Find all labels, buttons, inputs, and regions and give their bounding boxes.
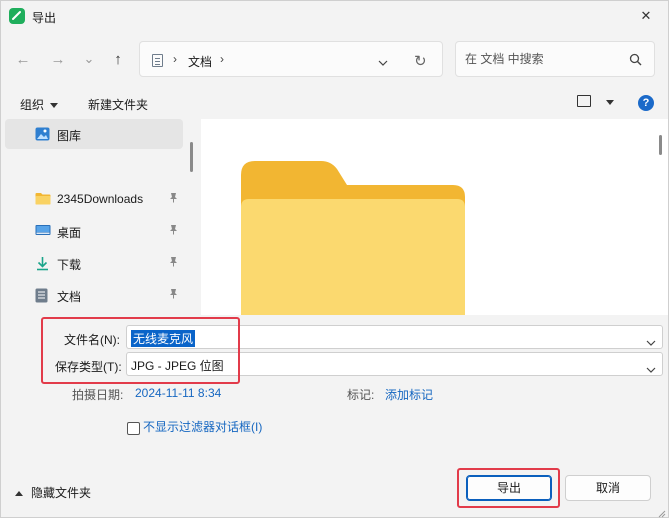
add-tags-link[interactable]: 添加标记: [385, 386, 433, 403]
chevron-down-icon: ⌄: [83, 51, 95, 66]
document-icon: [35, 288, 50, 303]
recent-locations-button[interactable]: ⌄: [78, 49, 100, 69]
address-dropdown-button[interactable]: [378, 55, 388, 69]
pin-icon: [169, 288, 178, 302]
search-icon[interactable]: [629, 53, 642, 69]
breadcrumb-separator-icon[interactable]: ›: [220, 52, 224, 66]
breadcrumb-separator-icon: ›: [173, 52, 177, 66]
content-scrollbar[interactable]: [659, 135, 662, 155]
sidebar-item-downloads[interactable]: 下载: [5, 248, 183, 278]
search-input[interactable]: [465, 52, 615, 66]
forward-button[interactable]: →: [47, 49, 69, 69]
navigation-pane: 图库 2345Downloads 桌面 下载 文档: [1, 119, 187, 315]
new-folder-button[interactable]: 新建文件夹: [88, 96, 148, 113]
cancel-button[interactable]: 取消: [565, 475, 651, 501]
pin-icon: [169, 192, 178, 206]
date-taken-label: 拍摄日期:: [72, 388, 124, 402]
caret-down-icon: [50, 103, 59, 109]
search-box[interactable]: [455, 41, 655, 77]
organize-button[interactable]: 组织: [20, 96, 59, 113]
view-mode-icon[interactable]: [577, 95, 591, 107]
navigation-bar: ← → ⌄ ↑ › 文档 › ↻: [1, 37, 668, 81]
sidebar-item-label: 下载: [57, 258, 82, 272]
sidebar-item-documents[interactable]: 文档: [5, 280, 183, 310]
chevron-down-icon: [378, 60, 388, 66]
pin-icon: [169, 256, 178, 270]
sidebar-item-label: 桌面: [57, 226, 82, 240]
export-dialog: 导出 ✕ ← → ⌄ ↑ › 文档 › ↻ 组织 新建文件夹: [0, 0, 669, 518]
dialog-footer: 隐藏文件夹 导出 取消: [1, 465, 668, 517]
folder-icon: [35, 192, 51, 206]
chevron-down-icon: [646, 340, 656, 346]
filename-dropdown-button[interactable]: [646, 335, 656, 349]
date-taken-value[interactable]: 2024-11-11 8:34: [135, 386, 221, 400]
sidebar-item-label: 文档: [57, 290, 82, 304]
help-icon[interactable]: ?: [638, 95, 654, 111]
sidebar-item-gallery[interactable]: 图库: [5, 119, 183, 149]
pin-icon: [169, 224, 178, 238]
view-options-caret-icon[interactable]: [606, 100, 614, 105]
back-button[interactable]: ←: [12, 49, 34, 69]
tags-label: 标记:: [347, 388, 375, 402]
filetype-dropdown-button[interactable]: [646, 362, 656, 376]
desktop-icon: [35, 224, 51, 238]
address-bar[interactable]: › 文档 › ↻: [139, 41, 443, 77]
sidebar-item-label: 2345Downloads: [57, 192, 144, 206]
sidebar-item-label: 图库: [57, 129, 82, 143]
app-icon: [9, 8, 25, 24]
document-folder-icon: [152, 54, 163, 67]
resize-grip-icon[interactable]: [658, 507, 666, 518]
refresh-button[interactable]: ↻: [414, 52, 427, 70]
sidebar-scrollbar[interactable]: [190, 142, 193, 172]
breadcrumb-documents[interactable]: 文档: [188, 53, 212, 70]
up-button[interactable]: ↑: [107, 49, 129, 69]
command-bar: 组织 新建文件夹 ?: [1, 87, 668, 119]
close-icon: ✕: [640, 8, 652, 23]
sidebar-item-2345downloads[interactable]: 2345Downloads: [5, 184, 183, 214]
hide-filter-dialog-checkbox[interactable]: [127, 422, 140, 435]
up-arrow-icon: ↑: [114, 50, 122, 68]
hide-folders-button[interactable]: 隐藏文件夹: [15, 484, 91, 501]
sidebar-item-desktop[interactable]: 桌面: [5, 216, 183, 246]
highlight-box: [457, 468, 560, 508]
title-bar: 导出 ✕: [1, 1, 668, 31]
hide-filter-dialog-label[interactable]: 不显示过滤器对话框(I): [143, 419, 273, 435]
caret-up-icon: [15, 491, 23, 497]
highlight-box: [41, 317, 240, 384]
organize-label: 组织: [20, 98, 45, 112]
close-button[interactable]: ✕: [624, 1, 668, 31]
window-title: 导出: [32, 11, 57, 25]
gallery-icon: [35, 127, 50, 141]
back-arrow-icon: ←: [15, 50, 31, 68]
folder-icon[interactable]: [241, 161, 465, 315]
download-icon: [35, 256, 50, 271]
chevron-down-icon: [646, 367, 656, 373]
forward-arrow-icon: →: [50, 50, 66, 68]
hide-folders-label: 隐藏文件夹: [31, 486, 92, 500]
